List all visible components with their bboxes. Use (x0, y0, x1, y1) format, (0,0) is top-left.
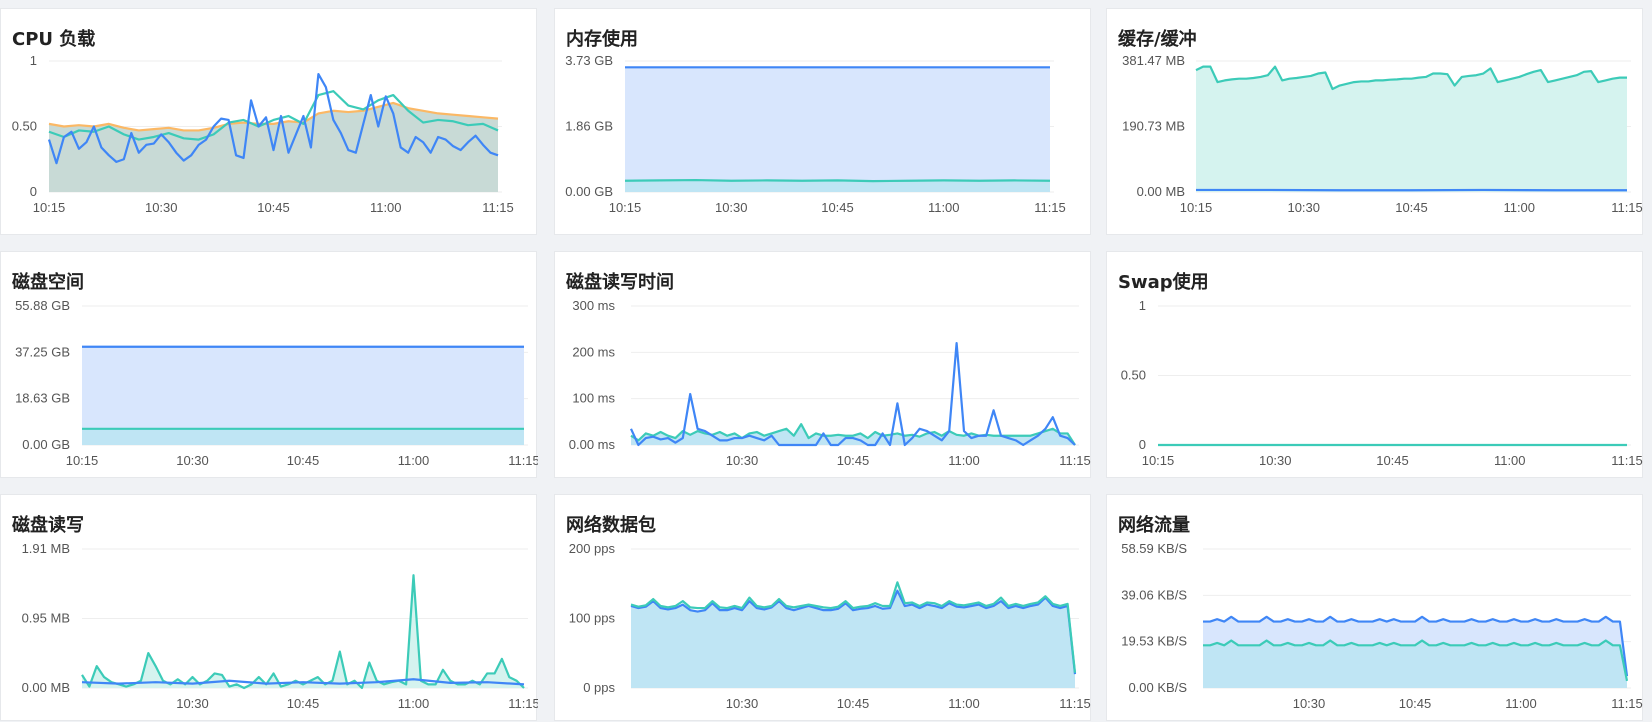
x-tick-label: 10:30 (176, 453, 209, 468)
x-tick-label: 10:15 (1142, 453, 1175, 468)
x-tick-label: 11:00 (398, 453, 430, 468)
y-tick-label: 55.88 GB (15, 298, 70, 313)
panel-disk-io-time: 磁盘读写时间 300 ms200 ms100 ms0.00 ms10:3010:… (554, 251, 1091, 478)
x-tick-label: 11:00 (398, 696, 430, 711)
x-tick-label: 11:15 (1059, 453, 1091, 468)
y-tick-label: 0.00 ms (569, 437, 616, 452)
y-tick-label: 0.95 MB (22, 611, 70, 626)
x-tick-label: 11:00 (370, 200, 402, 215)
y-tick-label: 100 pps (569, 611, 616, 626)
x-tick-label: 11:15 (508, 696, 538, 711)
x-tick-label: 11:15 (1059, 696, 1091, 711)
y-tick-label: 190.73 MB (1122, 119, 1185, 134)
x-tick-label: 10:15 (66, 453, 99, 468)
chart-disk-io[interactable]: 1.91 MB 0.95 MB 0.00 MB 10:30 10:45 11:00 11:1… (1, 495, 538, 722)
panel-memory-usage: 内存使用 3.73 GB1.86 GB0.00 GB10:1510:3010:4… (554, 8, 1091, 235)
series-area (625, 180, 1050, 192)
panel-cpu-load: CPU 负载 10.50010:1510:3010:4511:0011:15 (0, 8, 537, 235)
x-tick-label: 11:15 (1034, 200, 1066, 215)
panel-swap-usage: Swap使用 10.50010:1510:3010:4511:0011:15 (1106, 251, 1643, 478)
x-tick-label: 10:45 (1399, 696, 1432, 711)
x-tick-label: 11:00 (948, 453, 980, 468)
x-tick-label: 10:15 (33, 200, 66, 215)
panel-cache-buffer: 缓存/缓冲 381.47 MB190.73 MB0.00 MB10:1510:3… (1106, 8, 1643, 235)
series-area (625, 67, 1050, 192)
y-tick-label: 1.86 GB (565, 119, 613, 134)
x-tick-label: 10:15 (609, 200, 642, 215)
series-area (1196, 67, 1627, 192)
y-tick-label: 0.50 (12, 119, 37, 134)
chart-cpu-load[interactable]: 1 0.50 010:15 10:30 10:45 11:00 11:15 (1, 9, 538, 236)
x-tick-label: 10:30 (715, 200, 748, 215)
y-tick-label: 300 ms (572, 298, 615, 313)
y-tick-label: 18.63 GB (15, 391, 70, 406)
y-tick-label: 0.00 MB (1137, 184, 1185, 199)
y-tick-label: 1.91 MB (22, 541, 70, 556)
x-tick-label: 10:45 (837, 696, 870, 711)
y-tick-label: 58.59 KB/S (1121, 541, 1187, 556)
x-tick-label: 11:15 (508, 453, 538, 468)
y-tick-label: 39.06 KB/S (1121, 587, 1187, 602)
y-tick-label: 0.00 GB (22, 437, 70, 452)
x-tick-label: 11:15 (1611, 453, 1643, 468)
x-tick-label: 10:45 (821, 200, 854, 215)
x-tick-label: 11:00 (948, 696, 980, 711)
x-tick-label: 11:15 (482, 200, 514, 215)
x-tick-label: 10:45 (1376, 453, 1409, 468)
x-tick-label: 10:45 (1395, 200, 1428, 215)
series-area (82, 429, 524, 445)
series-line (625, 180, 1050, 181)
y-tick-label: 0 (30, 184, 37, 199)
series-line (631, 343, 1075, 445)
x-tick-label: 10:15 (1180, 200, 1213, 215)
y-tick-label: 200 ms (572, 344, 615, 359)
y-tick-label: 37.25 GB (15, 344, 70, 359)
y-tick-label: 19.53 KB/S (1121, 634, 1187, 649)
y-tick-label: 200 pps (569, 541, 616, 556)
x-tick-label: 11:00 (1494, 453, 1526, 468)
x-tick-label: 10:30 (726, 696, 759, 711)
chart-memory-usage[interactable]: 3.73 GB 1.86 GB 0.00 GB10:15 10:30 10:45 11:0… (555, 9, 1092, 236)
y-tick-label: 1 (1139, 298, 1146, 313)
x-tick-label: 10:45 (287, 696, 320, 711)
x-tick-label: 10:30 (145, 200, 178, 215)
series-area (1203, 641, 1627, 688)
chart-network-traffic[interactable]: 58.59 KB/S 39.06 KB/S 19.53 KB/S 0.00 KB/S 1… (1107, 495, 1644, 722)
y-tick-label: 0.00 KB/S (1128, 680, 1187, 695)
x-tick-label: 10:45 (287, 453, 320, 468)
x-tick-label: 10:45 (257, 200, 290, 215)
panel-disk-space: 磁盘空间 55.88 GB37.25 GB18.63 GB0.00 GB10:1… (0, 251, 537, 478)
series-area (82, 575, 524, 688)
x-tick-label: 10:45 (837, 453, 870, 468)
panel-network-packets: 网络数据包 200 pps100 pps0 pps10:3010:4511:00… (554, 494, 1091, 721)
y-tick-label: 381.47 MB (1122, 53, 1185, 68)
x-tick-label: 11:15 (1611, 696, 1643, 711)
x-tick-label: 11:00 (928, 200, 960, 215)
y-tick-label: 0.50 (1121, 368, 1146, 383)
x-tick-label: 11:00 (1505, 696, 1537, 711)
y-tick-label: 3.73 GB (565, 53, 613, 68)
y-tick-label: 0.00 GB (565, 184, 613, 199)
panel-network-traffic: 网络流量 58.59 KB/S39.06 KB/S19.53 KB/S0.00 … (1106, 494, 1643, 721)
chart-cache-buffer[interactable]: 381.47 MB 190.73 MB 0.00 MB10:15 10:30 10:45… (1107, 9, 1644, 236)
x-tick-label: 10:30 (1293, 696, 1326, 711)
x-tick-label: 10:30 (176, 696, 209, 711)
chart-swap-usage[interactable]: 1 0.50 010:15 10:30 10:45 11:00 11:15 (1107, 252, 1644, 479)
chart-disk-io-time[interactable]: 300 ms 200 ms 100 ms 0.00 ms 10:30 10:45 11:00… (555, 252, 1092, 479)
x-tick-label: 10:30 (1287, 200, 1320, 215)
chart-disk-space[interactable]: 55.88 GB 37.25 GB 18.63 GB 0.00 GB10:15 10:3… (1, 252, 538, 479)
x-tick-label: 10:30 (1259, 453, 1292, 468)
y-tick-label: 100 ms (572, 391, 615, 406)
y-tick-label: 1 (30, 53, 37, 68)
x-tick-label: 11:15 (1611, 200, 1643, 215)
x-tick-label: 10:30 (726, 453, 759, 468)
y-tick-label: 0 pps (583, 680, 615, 695)
x-tick-label: 11:00 (1503, 200, 1535, 215)
y-tick-label: 0.00 MB (22, 680, 70, 695)
chart-network-packets[interactable]: 200 pps 100 pps 0 pps 10:30 10:45 11:00 11:15 (555, 495, 1092, 722)
y-tick-label: 0 (1139, 437, 1146, 452)
panel-disk-io: 磁盘读写 1.91 MB0.95 MB0.00 MB10:3010:4511:0… (0, 494, 537, 721)
